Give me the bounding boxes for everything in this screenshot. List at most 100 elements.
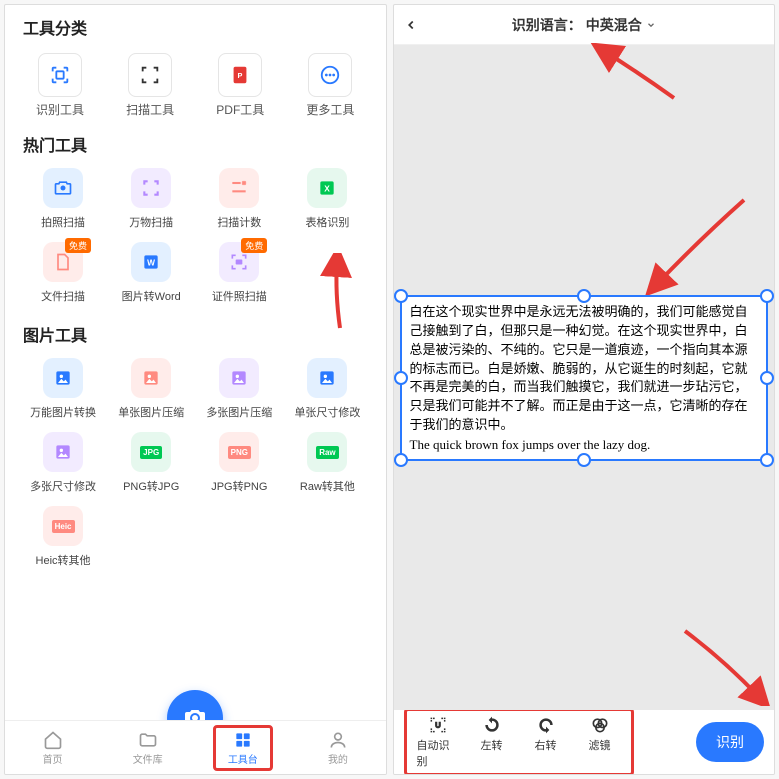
right-header: 识别语言： 中英混合 xyxy=(394,5,775,45)
nav-folder[interactable]: 文件库 xyxy=(118,730,178,766)
tool-label: PNG转JPG xyxy=(123,478,179,494)
nav-grid[interactable]: 工具台 xyxy=(213,725,273,771)
crop-handle-bl[interactable] xyxy=(394,453,408,467)
crop-handle-ml[interactable] xyxy=(394,371,408,385)
img-tool-1[interactable]: 单张图片压缩 xyxy=(107,358,195,420)
category-label: 更多工具 xyxy=(306,101,354,118)
language-select[interactable]: 中英混合 xyxy=(586,15,642,35)
hot-tool-0[interactable]: 拍照扫描 xyxy=(19,168,107,230)
crop-selection[interactable]: 白在这个现实世界中是永远无法被明确的，我们可能感觉自己接触到了白，但那只是一种幻… xyxy=(400,295,769,461)
image-tool-icon xyxy=(219,358,259,398)
nav-label: 文件库 xyxy=(133,751,163,766)
nav-user[interactable]: 我的 xyxy=(308,730,368,766)
crop-canvas[interactable]: 白在这个现实世界中是永远无法被明确的，我们可能感觉自己接触到了白，但那只是一种幻… xyxy=(394,45,775,710)
tool-label: 图片转Word xyxy=(122,288,181,304)
free-badge: 免费 xyxy=(241,238,267,253)
scan-frame-icon xyxy=(38,53,82,97)
tool-rotate-right[interactable]: 右转 xyxy=(525,715,567,769)
tool-filter[interactable]: 滤镜 xyxy=(579,715,621,769)
svg-text:W: W xyxy=(147,257,155,267)
hot-tool-2[interactable]: 扫描计数 xyxy=(195,168,283,230)
recognize-button[interactable]: 识别 xyxy=(696,722,764,762)
crop-handle-mr[interactable] xyxy=(760,371,774,385)
file-icon: 免费 xyxy=(43,242,83,282)
nav-home[interactable]: 首页 xyxy=(23,730,83,766)
hot-tool-4[interactable]: 免费文件扫描 xyxy=(19,242,107,304)
image-tool-icon xyxy=(307,358,347,398)
tool-label: 左转 xyxy=(481,737,503,753)
image-tool-icon xyxy=(131,358,171,398)
crop-handle-tl[interactable] xyxy=(394,289,408,303)
img-tool-7[interactable]: Raw Raw转其他 xyxy=(283,432,371,494)
sample-text-cn: 白在这个现实世界中是永远无法被明确的，我们可能感觉自己接触到了白，但那只是一种幻… xyxy=(410,303,759,435)
img-tool-6[interactable]: PNG JPG转PNG xyxy=(195,432,283,494)
category-label: 扫描工具 xyxy=(126,101,174,118)
category-3[interactable]: 更多工具 xyxy=(290,53,370,118)
svg-text:X: X xyxy=(325,183,331,193)
scan-corners-icon xyxy=(128,53,172,97)
img-tool-4[interactable]: 多张尺寸修改 xyxy=(19,432,107,494)
tool-label: 滤镜 xyxy=(589,737,611,753)
crop-handle-tr[interactable] xyxy=(760,289,774,303)
bottom-navbar: 首页文件库 工具台 我的 xyxy=(5,720,386,774)
tool-label: 多张尺寸修改 xyxy=(30,478,96,494)
tool-label: 多张图片压缩 xyxy=(206,404,272,420)
hot-tool-6[interactable]: 免费证件照扫描 xyxy=(195,242,283,304)
grid-icon xyxy=(233,730,253,750)
crop-handle-tm[interactable] xyxy=(577,289,591,303)
img-grid: 万能图片转换单张图片压缩多张图片压缩 单张尺寸修改多张尺寸修改 JPGPNG转JPG… xyxy=(5,352,386,576)
nav-label: 工具台 xyxy=(228,751,258,766)
right-toolbar: U 自动识别 左转 右转 滤镜 识别 xyxy=(394,710,775,774)
rotate-right-icon xyxy=(536,715,556,735)
tool-label: 证件照扫描 xyxy=(212,288,267,304)
svg-text:P: P xyxy=(238,71,243,80)
hot-tool-1[interactable]: 万物扫描 xyxy=(107,168,195,230)
img-tool-3[interactable]: 单张尺寸修改 xyxy=(283,358,371,420)
rotate-left-icon xyxy=(482,715,502,735)
back-button[interactable] xyxy=(404,18,418,32)
tool-auto[interactable]: U 自动识别 xyxy=(417,715,459,769)
tool-label: 单张尺寸修改 xyxy=(294,404,360,420)
category-0[interactable]: 识别工具 xyxy=(20,53,100,118)
tool-label: 表格识别 xyxy=(305,214,349,230)
tool-label: 万物扫描 xyxy=(129,214,173,230)
categories-row: 识别工具 扫描工具 PPDF工具更多工具 xyxy=(5,45,386,122)
folder-icon xyxy=(138,730,158,750)
hot-title: 热门工具 xyxy=(5,122,386,162)
crop-handle-bm[interactable] xyxy=(577,453,591,467)
tool-label: JPG转PNG xyxy=(211,478,267,494)
image-tool-icon: Raw xyxy=(307,432,347,472)
idcard-icon: 免费 xyxy=(219,242,259,282)
pdf-icon: P xyxy=(218,53,262,97)
user-icon xyxy=(328,730,348,750)
category-1[interactable]: 扫描工具 xyxy=(110,53,190,118)
img-tool-0[interactable]: 万能图片转换 xyxy=(19,358,107,420)
word-icon: W xyxy=(131,242,171,282)
crop-handle-br[interactable] xyxy=(760,453,774,467)
hot-grid: 拍照扫描万物扫描 扫描计数 X 表格识别免费文件扫描 W 图片转Word 免费证件照扫描 xyxy=(5,162,386,312)
image-tool-icon: Heic xyxy=(43,506,83,546)
tool-label: Raw转其他 xyxy=(300,478,355,494)
header-label: 识别语言： xyxy=(512,15,582,35)
arrow-annotation xyxy=(680,626,770,706)
svg-text:U: U xyxy=(435,721,440,730)
tool-rotate-left[interactable]: 左转 xyxy=(471,715,513,769)
tool-label: 扫描计数 xyxy=(217,214,261,230)
free-badge: 免费 xyxy=(65,238,91,253)
arrow-annotation xyxy=(644,195,754,295)
tool-label: 万能图片转换 xyxy=(30,404,96,420)
excel-icon: X xyxy=(307,168,347,208)
chevron-down-icon xyxy=(646,20,656,30)
img-tool-8[interactable]: HeicHeic转其他 xyxy=(19,506,107,568)
camera-icon xyxy=(43,168,83,208)
category-label: 识别工具 xyxy=(36,101,84,118)
img-tool-5[interactable]: JPGPNG转JPG xyxy=(107,432,195,494)
tool-label: 自动识别 xyxy=(417,737,459,769)
img-tool-2[interactable]: 多张图片压缩 xyxy=(195,358,283,420)
arrow-annotation xyxy=(584,43,684,103)
category-2[interactable]: PPDF工具 xyxy=(200,53,280,118)
hot-tool-3[interactable]: X 表格识别 xyxy=(283,168,371,230)
tool-label: 文件扫描 xyxy=(41,288,85,304)
hot-tool-5[interactable]: W 图片转Word xyxy=(107,242,195,304)
image-tool-icon: PNG xyxy=(219,432,259,472)
